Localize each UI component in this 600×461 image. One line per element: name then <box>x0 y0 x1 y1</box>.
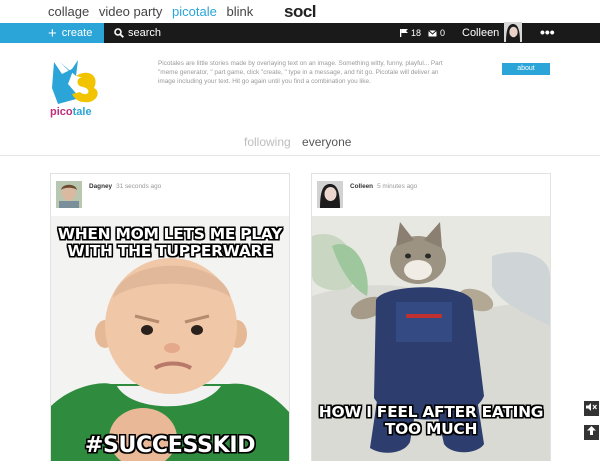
arrow-up-icon <box>587 426 596 435</box>
nav-link-picotale[interactable]: picotale <box>172 4 217 19</box>
nav-link-video-party[interactable]: video party <box>99 4 163 19</box>
author-name[interactable]: Colleen <box>350 183 373 190</box>
feed-tabs: following everyone <box>244 135 359 149</box>
nav-link-collage[interactable]: collage <box>48 4 89 19</box>
picotale-wordmark-part1: pico <box>50 106 73 118</box>
post-meta: Colleen 5 minutes ago <box>350 183 417 190</box>
plus-icon: + <box>48 24 57 42</box>
meme-top-text: WHEN MOM LETS ME PLAY WITH THE TUPPERWAR… <box>57 225 283 260</box>
about-button[interactable]: about <box>502 63 550 75</box>
top-nav: collage video party picotale blink socl <box>0 0 600 24</box>
user-avatar[interactable] <box>504 22 522 42</box>
messages-indicator[interactable]: 0 <box>428 23 445 43</box>
app-links: collage video party picotale blink <box>48 4 259 19</box>
app-description: Picotales are little stories made by ove… <box>158 60 443 85</box>
followers-count: 18 <box>411 28 422 38</box>
picotale-wordmark-part2: tale <box>72 106 92 118</box>
post-header: Dagney 31 seconds ago <box>51 174 289 216</box>
tab-following[interactable]: following <box>244 135 291 149</box>
speaker-mute-icon <box>586 403 597 411</box>
post-card[interactable]: Dagney 31 seconds ago WHEN MOM LETS ME P… <box>50 173 290 461</box>
meme-bottom-text: #SUCCESSKID <box>84 433 256 458</box>
mute-button[interactable] <box>584 401 599 416</box>
create-label: create <box>61 27 93 39</box>
picotale-wordmark: picotale <box>50 106 92 118</box>
more-menu-button[interactable]: ••• <box>540 23 555 43</box>
author-avatar[interactable] <box>56 181 82 208</box>
search-label: search <box>128 27 162 39</box>
meme-image[interactable]: WHEN MOM LETS ME PLAY WITH THE TUPPERWAR… <box>51 216 289 461</box>
post-time: 31 seconds ago <box>116 183 162 190</box>
create-button[interactable]: + create <box>0 23 104 43</box>
search-button[interactable]: search <box>114 23 161 43</box>
username[interactable]: Colleen <box>462 23 499 43</box>
nav-link-blink[interactable]: blink <box>226 4 253 19</box>
socl-logo[interactable]: socl <box>284 2 317 22</box>
post-time: 5 minutes ago <box>377 183 418 190</box>
meme-bottom-text: HOW I FEEL AFTER EATING TOO MUCH <box>318 403 544 438</box>
tab-everyone[interactable]: everyone <box>302 135 351 149</box>
followers-indicator[interactable]: 18 <box>400 23 421 43</box>
post-meta: Dagney 31 seconds ago <box>89 183 161 190</box>
author-avatar[interactable] <box>317 181 343 208</box>
flag-icon <box>400 29 408 37</box>
envelope-icon <box>428 29 437 36</box>
post-header: Colleen 5 minutes ago <box>312 174 550 216</box>
author-name[interactable]: Dagney <box>89 183 112 190</box>
messages-count: 0 <box>440 28 446 38</box>
search-icon <box>114 28 124 38</box>
divider <box>0 155 600 156</box>
post-card[interactable]: Colleen 5 minutes ago HOW I FEEL AFTER E… <box>311 173 551 461</box>
meme-image[interactable]: HOW I FEEL AFTER EATING TOO MUCH <box>312 216 550 461</box>
scroll-top-button[interactable] <box>584 425 599 440</box>
